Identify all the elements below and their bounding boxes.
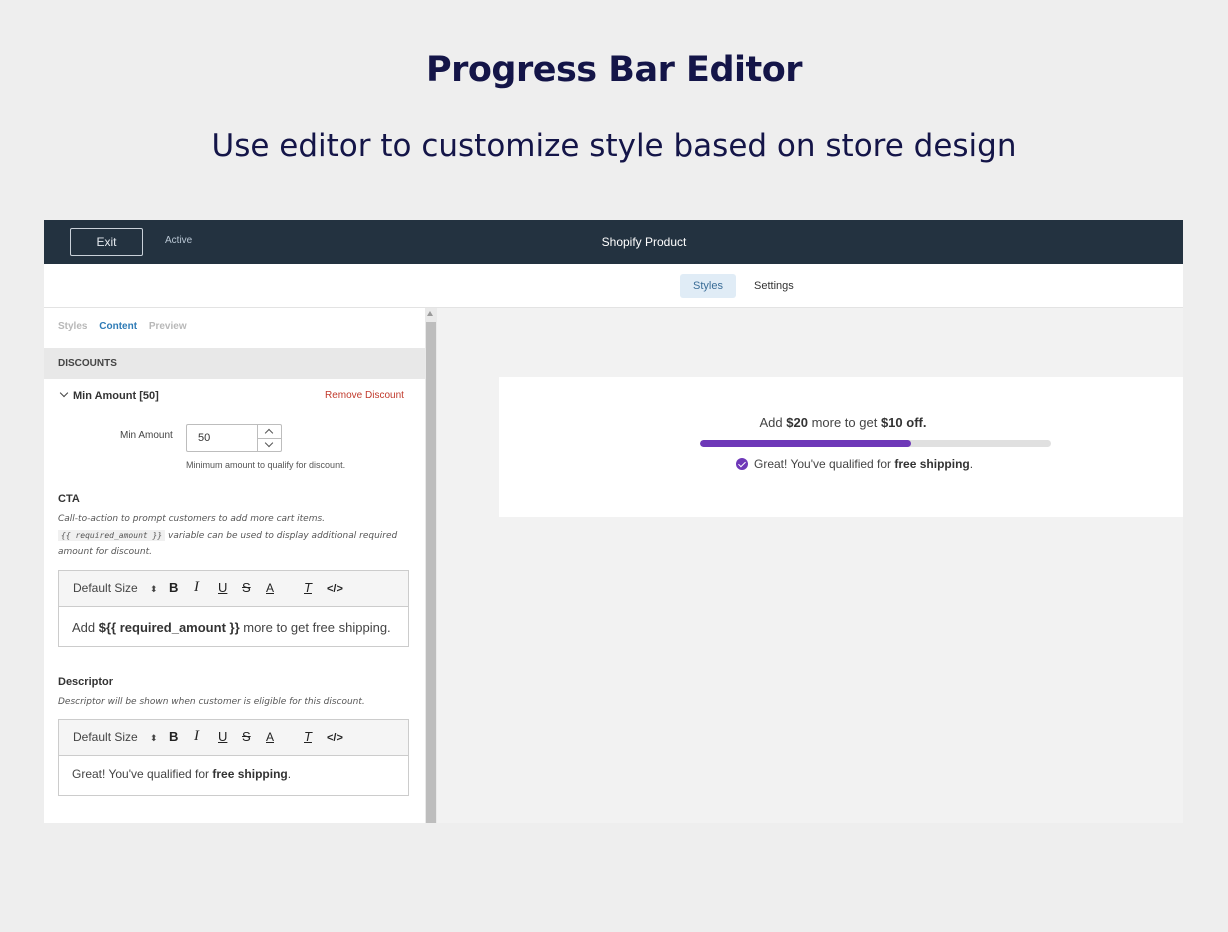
min-amount-help: Minimum amount to qualify for discount. bbox=[186, 460, 346, 470]
descriptor-title: Descriptor bbox=[58, 676, 114, 688]
preview-cta-reward: $10 off. bbox=[880, 415, 927, 430]
scrollbar-thumb[interactable] bbox=[426, 322, 436, 823]
font-size-select[interactable]: Default Size bbox=[73, 730, 138, 744]
scroll-up-icon[interactable] bbox=[427, 311, 433, 316]
preview-qualified-text: Great! You've qualified for free shippin… bbox=[754, 457, 973, 471]
remove-discount-link[interactable]: Remove Discount bbox=[325, 390, 404, 401]
preview-cta-amount: $20 bbox=[786, 415, 808, 430]
chevron-down-icon bbox=[264, 438, 274, 448]
text-color-button[interactable]: A bbox=[266, 581, 274, 595]
descriptor-content-suffix: . bbox=[287, 767, 292, 781]
hero-subtitle: Use editor to customize style based on s… bbox=[211, 128, 1017, 164]
chevron-up-icon bbox=[264, 428, 274, 438]
discount-toggle[interactable]: Min Amount [50] bbox=[58, 388, 159, 402]
cta-content-variable: ${{ required_amount }} bbox=[98, 620, 240, 635]
preview-qualified-prefix: Great! You've qualified for bbox=[754, 457, 895, 471]
sidebar-tab-content[interactable]: Content bbox=[99, 321, 137, 332]
bold-button[interactable]: B bbox=[169, 581, 178, 595]
code-view-button[interactable]: </> bbox=[327, 731, 343, 745]
preview-qualified-suffix: . bbox=[969, 457, 974, 471]
clear-format-button[interactable]: T bbox=[304, 730, 312, 744]
main-tab-bar: Styles Settings bbox=[44, 264, 1183, 308]
min-amount-label: Min Amount bbox=[120, 430, 173, 441]
font-size-select[interactable]: Default Size bbox=[73, 581, 138, 595]
status-label: Active bbox=[165, 235, 193, 246]
progress-bar bbox=[700, 440, 1051, 447]
sidebar-panel: Styles Content Preview DISCOUNTS Min Amo… bbox=[44, 308, 425, 823]
text-color-button[interactable]: A bbox=[266, 730, 274, 744]
min-amount-input[interactable]: 50 bbox=[186, 424, 282, 452]
preview-qualified-bold: free shipping bbox=[894, 457, 970, 471]
preview-cta-middle: more to get bbox=[807, 415, 881, 430]
italic-button[interactable]: I bbox=[194, 729, 199, 744]
preview-cta-prefix: Add bbox=[759, 415, 787, 430]
strikethrough-button[interactable]: S bbox=[242, 730, 251, 744]
app-title: Shopify Product bbox=[601, 235, 687, 249]
descriptor-rich-text-editor: Default Size ⬍ B I U S A T </> Great! Yo… bbox=[58, 719, 409, 796]
variable-code: {{ required_amount }} bbox=[58, 529, 166, 541]
hero-title: Progress Bar Editor bbox=[425, 50, 803, 90]
cta-content-prefix: Add bbox=[72, 620, 99, 635]
editor-toolbar: Default Size ⬍ B I U S A T </> bbox=[59, 571, 408, 607]
cta-description: Call-to-action to prompt customers to ad… bbox=[58, 511, 398, 561]
sidebar-tab-preview[interactable]: Preview bbox=[149, 321, 187, 332]
exit-button[interactable]: Exit bbox=[70, 228, 143, 256]
stepper-down-button[interactable] bbox=[258, 438, 282, 451]
sidebar-tabs: Styles Content Preview bbox=[58, 321, 196, 332]
descriptor-editor-content[interactable]: Great! You've qualified for free shippin… bbox=[72, 767, 291, 781]
cta-desc-text: Call-to-action to prompt customers to ad… bbox=[58, 514, 326, 524]
check-circle-icon bbox=[736, 458, 748, 470]
descriptor-content-bold: free shipping bbox=[212, 767, 288, 781]
cta-rich-text-editor: Default Size ⬍ B I U S A T </> Add ${{ r… bbox=[58, 570, 409, 647]
tab-styles[interactable]: Styles bbox=[680, 274, 736, 298]
discount-title: Min Amount [50] bbox=[73, 390, 159, 402]
code-view-button[interactable]: </> bbox=[327, 582, 343, 596]
preview-card: Add $20 more to get $10 off. Great! You'… bbox=[499, 377, 1183, 517]
cta-title: CTA bbox=[58, 493, 80, 505]
sidebar-scrollbar[interactable] bbox=[425, 308, 437, 823]
section-title: DISCOUNTS bbox=[58, 358, 117, 369]
min-amount-value[interactable]: 50 bbox=[198, 432, 210, 444]
italic-button[interactable]: I bbox=[194, 580, 199, 595]
stepper-up-button[interactable] bbox=[258, 425, 282, 439]
cta-editor-content[interactable]: Add ${{ required_amount }} more to get f… bbox=[72, 620, 391, 635]
strikethrough-button[interactable]: S bbox=[242, 581, 251, 595]
top-bar: Exit Active Shopify Product bbox=[44, 220, 1183, 264]
quantity-stepper bbox=[257, 425, 282, 451]
bold-button[interactable]: B bbox=[169, 730, 178, 744]
descriptor-description: Descriptor will be shown when customer i… bbox=[58, 697, 365, 707]
chevron-down-icon bbox=[59, 388, 69, 398]
tab-settings[interactable]: Settings bbox=[741, 274, 807, 298]
progress-bar-fill bbox=[700, 440, 911, 447]
select-arrows-icon: ⬍ bbox=[150, 584, 158, 594]
discounts-section-header: DISCOUNTS bbox=[44, 348, 425, 379]
sidebar-tab-styles[interactable]: Styles bbox=[58, 321, 87, 332]
editor-window: Exit Active Shopify Product Styles Setti… bbox=[44, 220, 1183, 823]
underline-button[interactable]: U bbox=[218, 581, 227, 595]
editor-toolbar: Default Size ⬍ B I U S A T </> bbox=[59, 720, 408, 756]
preview-cta-text: Add $20 more to get $10 off. bbox=[499, 415, 1183, 430]
select-arrows-icon: ⬍ bbox=[150, 733, 158, 743]
underline-button[interactable]: U bbox=[218, 730, 227, 744]
cta-content-suffix: more to get free shipping. bbox=[239, 620, 391, 635]
descriptor-content-prefix: Great! You've qualified for bbox=[72, 767, 213, 781]
clear-format-button[interactable]: T bbox=[304, 581, 312, 595]
